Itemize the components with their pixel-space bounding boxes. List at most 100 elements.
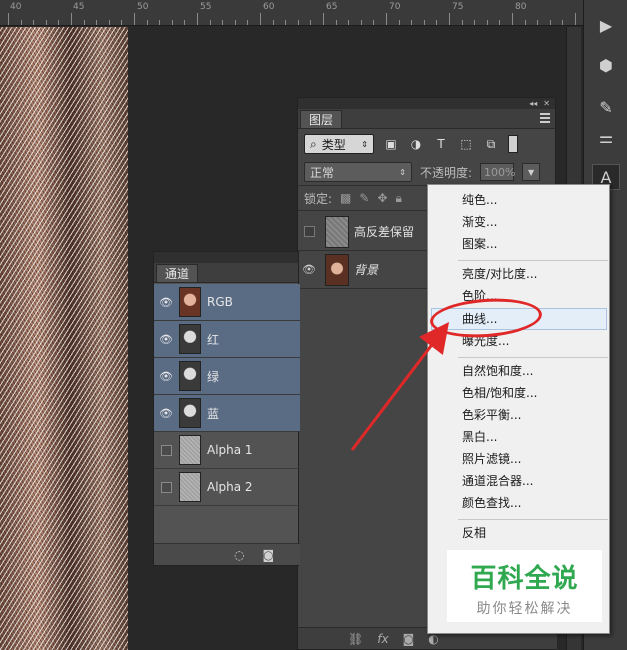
shape-filter-icon[interactable]: ⬚ <box>458 137 474 151</box>
ruler-tick <box>449 13 450 25</box>
image-filter-icon[interactable]: ▣ <box>383 137 399 151</box>
ruler-tick <box>549 20 551 25</box>
channel-name: Alpha 2 <box>207 480 253 494</box>
ruler-tick <box>45 20 47 25</box>
link-icon[interactable]: ⛓ <box>348 632 363 646</box>
fx-icon[interactable]: fx <box>377 632 388 646</box>
tab-layers[interactable]: 图层 <box>300 110 343 128</box>
channel-row-alpha-1[interactable]: Alpha 1 <box>154 432 300 469</box>
menu-item-black-white[interactable]: 黑白... <box>431 426 607 448</box>
menu-item-solid-color[interactable]: 纯色... <box>431 189 607 211</box>
menu-item-color-balance[interactable]: 色彩平衡... <box>431 404 607 426</box>
chevron-down-icon[interactable]: ▼ <box>522 163 541 181</box>
channel-row-red[interactable]: 👁︎ 红 <box>154 321 300 358</box>
ruler-tick <box>348 20 350 25</box>
brush-settings-icon[interactable]: ✎ <box>592 94 620 120</box>
ruler-tick <box>285 20 287 25</box>
ruler-label: 45 <box>73 2 85 12</box>
sliders-icon[interactable]: ⚌ <box>592 124 620 150</box>
ruler-tick <box>108 20 110 25</box>
visibility-toggle[interactable] <box>298 213 320 251</box>
filter-kind-select[interactable]: ⌕ 类型 ⇕ <box>304 134 374 154</box>
cube-icon[interactable]: ⬢ <box>592 52 620 78</box>
channel-thumbnail <box>179 361 201 391</box>
channels-tabrow: 通道 <box>154 263 298 283</box>
menu-item-vibrance[interactable]: 自然饱和度... <box>431 360 607 382</box>
lock-transparency-icon[interactable]: ▩ <box>340 191 351 205</box>
channel-name: Alpha 1 <box>207 443 253 457</box>
layer-row[interactable]: 👁︎ 背景 <box>298 251 428 289</box>
menu-item-brightness-contrast[interactable]: 亮度/对比度... <box>431 263 607 285</box>
smart-object-filter-icon[interactable]: ⧉ <box>483 137 499 151</box>
mask-icon[interactable]: ◙ <box>403 632 415 646</box>
visibility-toggle[interactable] <box>154 444 178 456</box>
channel-name: 蓝 <box>207 406 220 421</box>
chevron-updown-icon: ⇕ <box>399 167 406 177</box>
ruler-label: 60 <box>263 2 275 12</box>
menu-item-hue-saturation[interactable]: 色相/饱和度... <box>431 382 607 404</box>
layer-thumbnail <box>325 253 349 286</box>
menu-item-color-lookup[interactable]: 颜色查找... <box>431 492 607 514</box>
eye-icon[interactable]: 👁︎ <box>154 333 178 346</box>
lock-pixels-icon[interactable]: ✎ <box>359 191 369 205</box>
opacity-input[interactable]: 100% <box>480 163 516 181</box>
ruler-tick <box>20 20 22 25</box>
menu-item-photo-filter[interactable]: 照片滤镜... <box>431 448 607 470</box>
play-icon[interactable]: ▶ <box>592 12 620 38</box>
ruler-tick <box>8 13 9 25</box>
tab-channels[interactable]: 通道 <box>156 264 199 282</box>
blend-mode-select[interactable]: 正常 ⇕ <box>304 162 412 182</box>
close-icon[interactable]: ✕ <box>543 99 550 108</box>
menu-item-gradient[interactable]: 渐变... <box>431 211 607 233</box>
visibility-box <box>160 444 172 456</box>
lock-all-icon[interactable]: 🔒︎ <box>396 191 402 206</box>
ruler-tick <box>562 20 564 25</box>
channel-name: 绿 <box>207 369 220 384</box>
layer-name: 背景 <box>354 263 379 277</box>
ruler-tick <box>33 20 35 25</box>
load-selection-icon[interactable]: ◌ <box>234 548 244 562</box>
channel-thumbnail <box>179 472 201 502</box>
visibility-toggle[interactable] <box>154 481 178 493</box>
watermark-logo: 百科全说 助你轻松解决 <box>447 550 602 622</box>
menu-item-pattern[interactable]: 图案... <box>431 233 607 255</box>
ruler-tick <box>96 20 98 25</box>
ruler-tick <box>436 20 438 25</box>
type-filter-icon[interactable]: T <box>433 137 449 151</box>
ruler-tick <box>260 13 261 25</box>
menu-item-invert[interactable]: 反相 <box>431 522 607 544</box>
ruler-tick <box>411 20 413 25</box>
canvas-image[interactable] <box>0 27 128 650</box>
panel-menu-icon[interactable] <box>540 113 550 123</box>
channel-thumbnail <box>179 435 201 465</box>
layers-tabrow: 图层 <box>298 109 555 129</box>
channel-thumbnail <box>179 398 201 428</box>
visibility-box <box>303 226 315 237</box>
channel-row-blue[interactable]: 👁︎ 蓝 <box>154 395 300 432</box>
channel-name: RGB <box>207 295 233 309</box>
menu-item-channel-mixer[interactable]: 通道混合器... <box>431 470 607 492</box>
ruler-label: 40 <box>10 2 22 12</box>
ruler-tick <box>121 20 123 25</box>
save-selection-icon[interactable]: ◙ <box>262 548 274 562</box>
filter-toggle[interactable] <box>508 135 518 153</box>
channel-row-alpha-2[interactable]: Alpha 2 <box>154 469 300 506</box>
eye-icon[interactable]: 👁︎ <box>154 370 178 383</box>
visibility-toggle[interactable]: 👁︎ <box>298 251 320 289</box>
channel-row-green[interactable]: 👁︎ 绿 <box>154 358 300 395</box>
adjustment-filter-icon[interactable]: ◑ <box>408 137 424 151</box>
lock-position-icon[interactable]: ✥ <box>377 191 387 205</box>
ruler-tick <box>386 13 387 25</box>
channel-row-rgb[interactable]: 👁︎ RGB <box>154 284 300 321</box>
channel-thumbnail <box>179 287 201 317</box>
blend-mode-value: 正常 <box>310 165 335 180</box>
ruler-tick <box>171 20 173 25</box>
ruler-tick <box>234 20 236 25</box>
ruler-label: 55 <box>200 2 212 12</box>
channels-bottom-bar: ◌ ◙ <box>154 543 300 565</box>
ruler-tick <box>335 20 337 25</box>
layer-row[interactable]: 高反差保留 <box>298 213 428 251</box>
eye-icon[interactable]: 👁︎ <box>154 407 178 420</box>
eye-icon[interactable]: 👁︎ <box>154 296 178 309</box>
collapse-icon[interactable]: ◂◂ <box>529 99 537 108</box>
